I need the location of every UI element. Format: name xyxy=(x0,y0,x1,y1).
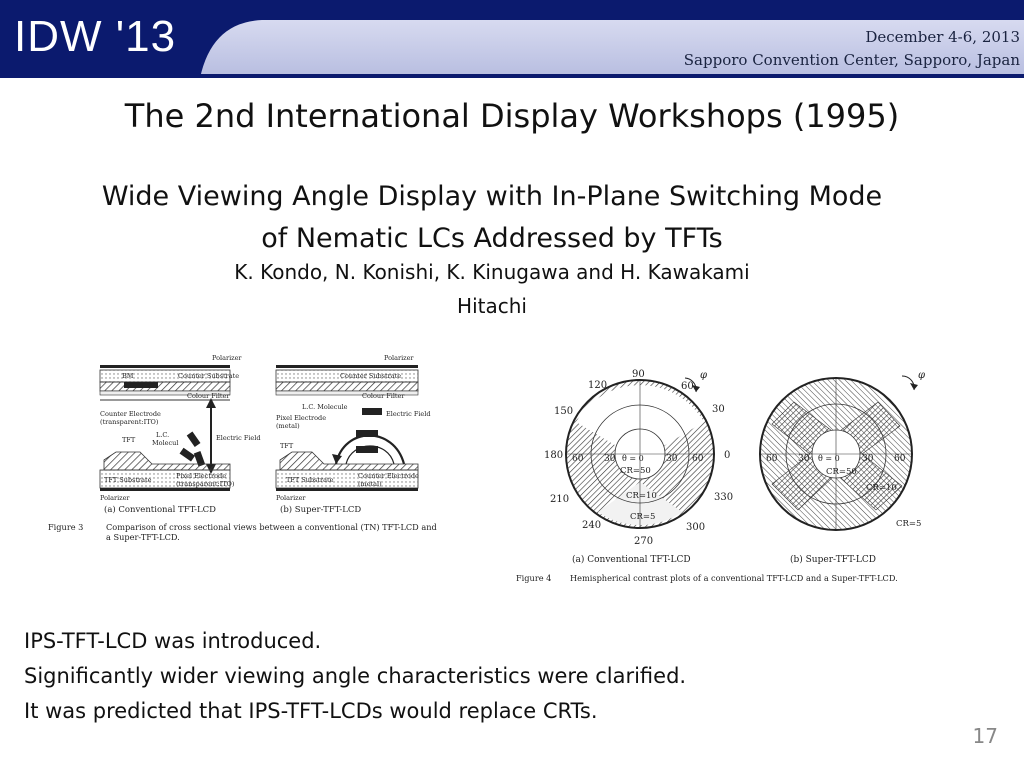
fig4a-caption: (a) Conventional TFT-LCD xyxy=(572,554,691,565)
fig4a-radial-30-left: 30 xyxy=(604,454,616,464)
fig4a-angle-120: 120 xyxy=(588,380,607,391)
fig4b-radial-theta0: θ = 0 xyxy=(818,454,840,463)
fig4a-cr50: CR=50 xyxy=(620,466,651,476)
fig3a-label-tft: TFT xyxy=(122,436,136,444)
fig4-number: Figure 4 xyxy=(516,573,551,583)
fig4a-angle-150: 150 xyxy=(554,406,573,417)
fig3-number: Figure 3 xyxy=(48,522,83,532)
fig3b-label-polarizer-bottom: Polarizer xyxy=(276,494,306,502)
summary-line-3: It was predicted that IPS-TFT-LCDs would… xyxy=(24,699,598,723)
paper-title-line2: of Nematic LCs Addressed by TFTs xyxy=(261,223,723,254)
fig4b-phi: φ xyxy=(918,370,925,381)
fig3a-label-lc-sub: Molecul xyxy=(152,439,178,447)
fig4a-phi: φ xyxy=(700,370,707,381)
fig3a-label-polarizer-bottom: Polarizer xyxy=(100,494,130,502)
fig4a-angle-330: 330 xyxy=(714,492,733,503)
fig4b-caption: (b) Super-TFT-LCD xyxy=(790,554,876,565)
summary-line-2: Significantly wider viewing angle charac… xyxy=(24,664,687,688)
fig3b-label-pixel-electrode: Pixel Electrode xyxy=(276,414,326,422)
figure-4a-polar-plot xyxy=(565,377,715,529)
fig4b-radial-60-left: 60 xyxy=(766,454,778,464)
fig3b-label-tft: TFT xyxy=(280,442,294,450)
fig3a-label-pixel-electrode: Pixel Electrode xyxy=(176,472,226,480)
fig3a-label-colour-filter: Colour Filter xyxy=(187,392,230,400)
fig4a-cr10: CR=10 xyxy=(626,491,657,501)
fig3a-label-electric-field: Electric Field xyxy=(216,434,261,442)
fig3-caption-line1: Comparison of cross sectional views betw… xyxy=(106,522,437,532)
paper-affiliation: Hitachi xyxy=(457,294,527,318)
fig4a-angle-300: 300 xyxy=(686,522,705,533)
fig4a-cr5: CR=5 xyxy=(630,512,655,522)
fig3a-label-counter-electrode: Counter Electrode xyxy=(100,410,161,418)
fig3a-caption: (a) Conventional TFT-LCD xyxy=(104,504,216,515)
fig4b-radial-60-right: 60 xyxy=(894,454,906,464)
fig4a-radial-30-right: 30 xyxy=(666,454,678,464)
fig4b-radial-30-left: 30 xyxy=(798,454,810,464)
figure-4b-polar-plot xyxy=(759,375,918,531)
fig4-caption: Hemispherical contrast plots of a conven… xyxy=(570,573,898,583)
figure-3-cross-sections: Polarizer BM Counter Substrate Colour Fi… xyxy=(48,354,437,542)
fig4a-angle-210: 210 xyxy=(550,494,569,505)
fig3a-label-counter-substrate: Counter Substrate xyxy=(178,372,239,380)
fig4a-angle-0: 0 xyxy=(724,450,730,461)
fig3b-label-tft-substrate: TFT Substrate xyxy=(286,476,334,484)
fig4a-angle-240: 240 xyxy=(582,520,601,531)
fig3b-label-counter-substrate: Counter Substrate xyxy=(340,372,401,380)
paper-title: Wide Viewing Angle Display with In-Plane… xyxy=(40,176,944,260)
fig4a-radial-60-right: 60 xyxy=(692,454,704,464)
fig4a-angle-90: 90 xyxy=(632,369,645,380)
fig4a-angle-60: 60 xyxy=(681,381,694,392)
fig4b-cr5: CR=5 xyxy=(896,519,921,529)
fig3b-label-counter-electrode: Counter Electrode xyxy=(358,472,419,480)
conference-venue: Sapporo Convention Center, Sapporo, Japa… xyxy=(683,51,1020,69)
fig3a-label-polarizer-top: Polarizer xyxy=(212,354,242,362)
summary-line-1: IPS-TFT-LCD was introduced. xyxy=(24,629,322,653)
header-banner: IDW '13 December 4-6, 2013 Sapporo Conve… xyxy=(0,0,1024,78)
fig3a-label-counter-electrode-sub: (transparent:ITO) xyxy=(100,418,159,426)
fig3b-label-lc-molecule: L.C. Molecule xyxy=(302,403,348,411)
fig3-caption-line2: a Super-TFT-LCD. xyxy=(106,532,180,542)
fig3b-label-pixel-electrode-sub: (metal) xyxy=(276,422,300,430)
fig3b-label-polarizer-top: Polarizer xyxy=(384,354,414,362)
summary-text: IPS-TFT-LCD was introduced. Significantl… xyxy=(24,624,686,729)
fig4a-angle-30: 30 xyxy=(712,404,725,415)
fig4a-angle-180: 180 xyxy=(544,450,563,461)
fig3a-label-pixel-electrode-sub: (transparent:ITO) xyxy=(176,480,235,488)
fig4b-radial-30-right: 30 xyxy=(862,454,874,464)
fig3b-label-counter-electrode-sub: (metal) xyxy=(358,480,382,488)
paper-authors: K. Kondo, N. Konishi, K. Kinugawa and H.… xyxy=(234,260,750,284)
fig4b-cr50: CR=50 xyxy=(826,467,857,477)
fig3b-caption: (b) Super-TFT-LCD xyxy=(280,504,361,515)
fig3b-label-colour-filter: Colour Filter xyxy=(362,392,405,400)
fig4a-radial-60-left: 60 xyxy=(572,454,584,464)
paper-title-line1: Wide Viewing Angle Display with In-Plane… xyxy=(101,181,883,212)
slide-title: The 2nd International Display Workshops … xyxy=(124,97,900,135)
fig3a-label-bm: BM xyxy=(122,372,134,380)
fig4a-angle-270: 270 xyxy=(634,536,653,547)
fig3a-label-tft-substrate: TFT Substrate xyxy=(104,476,152,484)
fig4b-cr10: CR=10 xyxy=(866,483,897,493)
fig3a-label-lc: L.C. xyxy=(156,431,169,439)
fig3b-label-electric-field: Electric Field xyxy=(386,410,431,418)
fig4a-radial-theta0: θ = 0 xyxy=(622,454,644,463)
figure-4-contrast-plots: 90 60 30 0 330 300 270 240 210 180 150 1… xyxy=(516,369,925,583)
conference-info: December 4-6, 2013 Sapporo Convention Ce… xyxy=(684,26,1020,72)
conference-dates: December 4-6, 2013 xyxy=(865,28,1020,46)
conference-logo: IDW '13 xyxy=(14,12,177,61)
slide-number: 17 xyxy=(972,724,998,748)
